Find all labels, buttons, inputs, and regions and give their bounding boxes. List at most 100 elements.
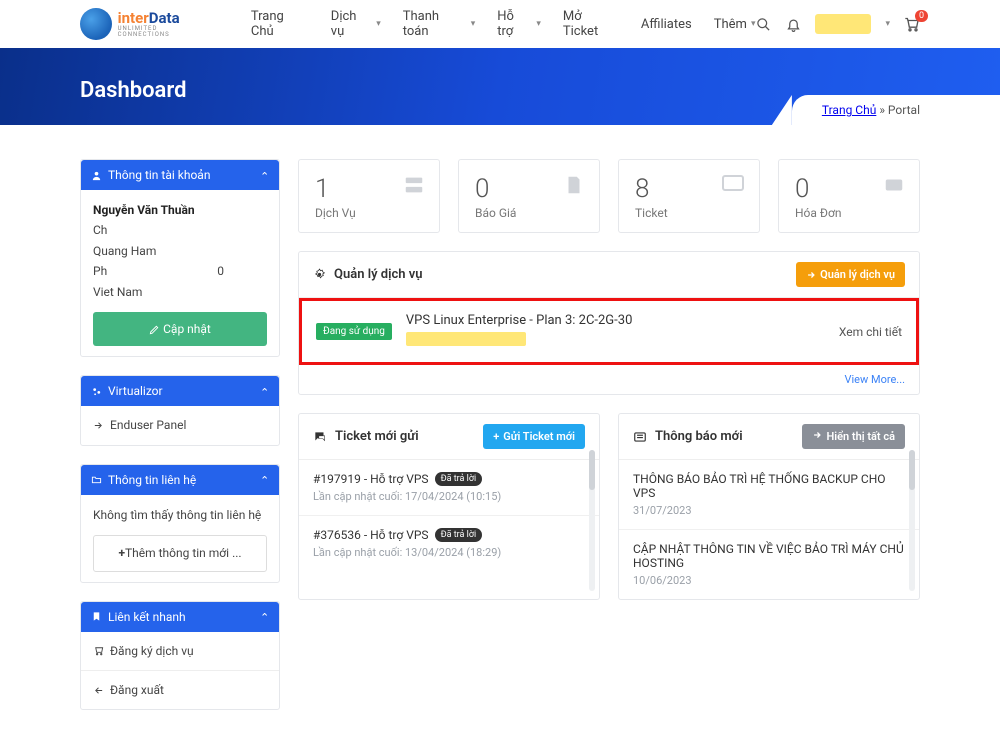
bell-icon[interactable] bbox=[785, 16, 801, 32]
bookmark-icon bbox=[91, 611, 102, 622]
cart-badge: 0 bbox=[915, 10, 928, 22]
update-account-button[interactable]: Cập nhật bbox=[93, 312, 267, 346]
contact-empty-text: Không tìm thấy thông tin liên hệ bbox=[93, 505, 267, 525]
add-contact-button[interactable]: +Thêm thông tin mới ... bbox=[93, 535, 267, 571]
view-more-link[interactable]: View More... bbox=[299, 365, 919, 394]
news-row[interactable]: THÔNG BÁO BẢO TRÌ HỆ THỐNG BACKUP CHO VP… bbox=[619, 460, 919, 529]
content: Thông tin tài khoản ⌄ Nguyễn Văn Thuần C… bbox=[0, 125, 1000, 744]
account-line3: Quang Ham bbox=[93, 241, 267, 261]
services-card-header: Quản lý dịch vụ Quản lý dịch vụ bbox=[299, 252, 919, 298]
chevron-up-icon: ⌄ bbox=[260, 610, 269, 623]
quicklinks-header[interactable]: Liên kết nhanh ⌄ bbox=[81, 602, 279, 632]
status-pill: Đã trả lời bbox=[435, 472, 483, 486]
stat-tickets[interactable]: 8 Ticket bbox=[618, 159, 760, 233]
brand-text: interData UNLIMITED CONNECTIONS bbox=[118, 11, 211, 38]
chevron-down-icon: ▾ bbox=[536, 19, 541, 29]
ticket-icon bbox=[721, 174, 745, 192]
quicklinks-panel: Liên kết nhanh ⌄ Đăng ký dịch vụ Đăng xu… bbox=[80, 601, 280, 711]
hero-banner: Dashboard Trang Chủ » Portal bbox=[0, 48, 1000, 125]
server-icon bbox=[403, 174, 425, 196]
account-line2: Ch bbox=[93, 220, 267, 240]
cogs-icon bbox=[91, 386, 102, 397]
contact-header[interactable]: Thông tin liên hệ ⌄ bbox=[81, 465, 279, 495]
sidebar: Thông tin tài khoản ⌄ Nguyễn Văn Thuần C… bbox=[80, 159, 280, 710]
page-title: Dashboard bbox=[80, 78, 920, 103]
main: 1 Dịch Vụ 0 Báo Giá 8 Ticket bbox=[298, 159, 920, 600]
brand-logo[interactable]: interData UNLIMITED CONNECTIONS bbox=[80, 8, 211, 40]
news-row[interactable]: CẬP NHẬT THÔNG TIN VỀ VIỆC BẢO TRÌ MÁY C… bbox=[619, 529, 919, 599]
share-icon bbox=[93, 420, 104, 431]
account-panel: Thông tin tài khoản ⌄ Nguyễn Văn Thuần C… bbox=[80, 159, 280, 357]
nav-affiliates[interactable]: Affiliates bbox=[641, 9, 692, 39]
show-all-news-button[interactable]: Hiển thị tất cả bbox=[802, 424, 905, 449]
link-logout[interactable]: Đăng xuất bbox=[81, 670, 279, 709]
manage-services-button[interactable]: Quản lý dịch vụ bbox=[796, 262, 905, 287]
ticket-list: #197919 - Hỗ trợ VPSĐã trả lời Lần cập n… bbox=[299, 460, 599, 571]
account-body: Nguyễn Văn Thuần Ch Quang Ham Ph0 Viet N… bbox=[81, 190, 279, 356]
nav-more[interactable]: Thêm▾ bbox=[714, 9, 756, 39]
arrow-left-icon bbox=[93, 685, 104, 696]
tickets-header: Ticket mới gửi +Gửi Ticket mới bbox=[299, 414, 599, 460]
cart-icon bbox=[93, 645, 104, 656]
comments-icon bbox=[313, 430, 327, 444]
account-name: Nguyễn Văn Thuần bbox=[93, 200, 267, 220]
chevron-up-icon: ⌄ bbox=[260, 385, 269, 398]
ticket-row[interactable]: #197919 - Hỗ trợ VPSĐã trả lời Lần cập n… bbox=[299, 460, 599, 515]
user-icon bbox=[91, 170, 102, 181]
main-nav: Trang Chủ Dịch vụ▾ Thanh toán▾ Hỗ trợ▾ M… bbox=[251, 9, 756, 39]
service-subtitle-redacted bbox=[406, 332, 526, 346]
virtualizor-header[interactable]: Virtualizor ⌄ bbox=[81, 376, 279, 406]
user-menu[interactable] bbox=[815, 14, 871, 34]
nav-home[interactable]: Trang Chủ bbox=[251, 9, 309, 39]
stat-services[interactable]: 1 Dịch Vụ bbox=[298, 159, 440, 233]
breadcrumb-home[interactable]: Trang Chủ bbox=[822, 103, 876, 117]
scrollbar-thumb[interactable] bbox=[909, 450, 915, 490]
ticket-row[interactable]: #376536 - Hỗ trợ VPSĐã trả lời Lần cập n… bbox=[299, 515, 599, 571]
new-ticket-button[interactable]: +Gửi Ticket mới bbox=[483, 424, 585, 449]
nav-billing[interactable]: Thanh toán▾ bbox=[403, 9, 476, 39]
cart-button[interactable]: 0 bbox=[904, 16, 920, 32]
news-list: THÔNG BÁO BẢO TRÌ HỆ THỐNG BACKUP CHO VP… bbox=[619, 460, 919, 599]
account-line4: Ph0 bbox=[93, 261, 267, 281]
enduser-panel-link[interactable]: Enduser Panel bbox=[81, 406, 279, 444]
account-panel-header[interactable]: Thông tin tài khoản ⌄ bbox=[81, 160, 279, 190]
globe-icon bbox=[80, 8, 112, 40]
service-title: VPS Linux Enterprise - Plan 3: 2C-2G-30 bbox=[406, 313, 825, 328]
chevron-up-icon: ⌄ bbox=[260, 169, 269, 182]
invoice-icon bbox=[883, 174, 905, 196]
nav-open-ticket[interactable]: Mở Ticket bbox=[563, 9, 619, 39]
brand-name-b: Data bbox=[149, 9, 180, 27]
arrow-right-icon bbox=[806, 270, 816, 280]
pencil-icon bbox=[149, 324, 160, 335]
link-register-service[interactable]: Đăng ký dịch vụ bbox=[81, 632, 279, 670]
search-icon[interactable] bbox=[755, 16, 771, 32]
chevron-down-icon: ▾ bbox=[376, 19, 381, 29]
scrollbar-thumb[interactable] bbox=[589, 450, 595, 490]
bottom-row: Ticket mới gửi +Gửi Ticket mới #197919 -… bbox=[298, 413, 920, 600]
folder-icon bbox=[91, 474, 102, 485]
status-pill: Đã trả lời bbox=[435, 528, 483, 542]
gear-icon bbox=[313, 268, 326, 281]
brand-tagline: UNLIMITED CONNECTIONS bbox=[118, 26, 211, 38]
contact-panel: Thông tin liên hệ ⌄ Không tìm thấy thông… bbox=[80, 464, 280, 583]
account-line5: Viet Nam bbox=[93, 282, 267, 302]
chevron-down-icon: ▾ bbox=[885, 19, 890, 29]
nav-support[interactable]: Hỗ trợ▾ bbox=[497, 9, 541, 39]
nav-services[interactable]: Dịch vụ▾ bbox=[331, 9, 381, 39]
breadcrumb: Trang Chủ » Portal bbox=[792, 95, 1000, 125]
service-row[interactable]: Đang sử dụng VPS Linux Enterprise - Plan… bbox=[299, 298, 919, 365]
stat-quotes[interactable]: 0 Báo Giá bbox=[458, 159, 600, 233]
newspaper-icon bbox=[633, 430, 647, 444]
breadcrumb-sep: » bbox=[879, 103, 885, 117]
chevron-up-icon: ⌄ bbox=[260, 473, 269, 486]
brand-name-a: inter bbox=[118, 9, 149, 27]
topbar-right: ▾ 0 bbox=[755, 14, 920, 34]
tickets-card: Ticket mới gửi +Gửi Ticket mới #197919 -… bbox=[298, 413, 600, 600]
stat-invoices[interactable]: 0 Hóa Đơn bbox=[778, 159, 920, 233]
document-icon bbox=[563, 174, 585, 196]
contact-body: Không tìm thấy thông tin liên hệ +Thêm t… bbox=[81, 495, 279, 582]
service-detail-button[interactable]: Xem chi tiết bbox=[839, 325, 902, 339]
topbar: interData UNLIMITED CONNECTIONS Trang Ch… bbox=[0, 0, 1000, 48]
stat-row: 1 Dịch Vụ 0 Báo Giá 8 Ticket bbox=[298, 159, 920, 233]
status-badge: Đang sử dụng bbox=[316, 323, 392, 340]
